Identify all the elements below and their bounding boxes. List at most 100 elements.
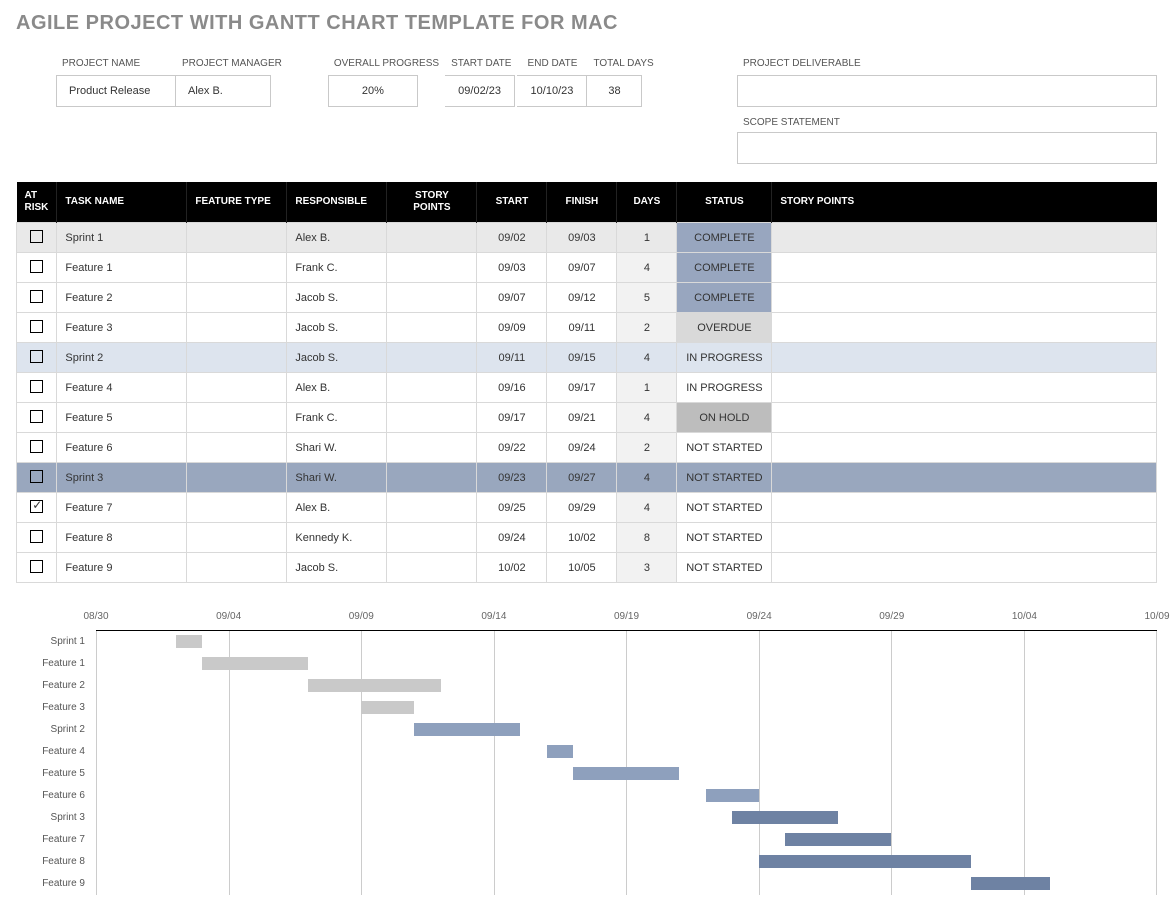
status-cell[interactable]: IN PROGRESS [677,343,772,373]
status-cell[interactable]: NOT STARTED [677,433,772,463]
responsible-cell[interactable]: Kennedy K. [287,523,387,553]
start-cell[interactable]: 09/16 [477,373,547,403]
status-cell[interactable]: NOT STARTED [677,493,772,523]
task-name-cell[interactable]: Sprint 1 [57,223,187,253]
checkbox-icon[interactable] [30,560,43,573]
status-cell[interactable]: NOT STARTED [677,523,772,553]
responsible-cell[interactable]: Alex B. [287,223,387,253]
deliverable-input[interactable] [737,75,1157,107]
story-points-cell[interactable] [387,223,477,253]
task-name-cell[interactable]: Feature 7 [57,493,187,523]
story-points-cell[interactable] [387,373,477,403]
task-row[interactable]: Feature 8Kennedy K.09/2410/028NOT STARTE… [17,523,1157,553]
responsible-cell[interactable]: Frank C. [287,403,387,433]
checkbox-icon[interactable] [30,440,43,453]
story-points-cell[interactable] [387,403,477,433]
responsible-cell[interactable]: Jacob S. [287,553,387,583]
at-risk-cell[interactable] [17,373,57,403]
at-risk-cell[interactable] [17,223,57,253]
task-row[interactable]: Sprint 2Jacob S.09/1109/154IN PROGRESS [17,343,1157,373]
responsible-cell[interactable]: Jacob S. [287,343,387,373]
checkbox-icon[interactable] [30,350,43,363]
checkbox-icon[interactable] [30,320,43,333]
feature-type-cell[interactable] [187,523,287,553]
project-manager-input[interactable]: Alex B. [176,75,271,107]
feature-type-cell[interactable] [187,253,287,283]
start-cell[interactable]: 09/24 [477,523,547,553]
task-row[interactable]: Feature 6Shari W.09/2209/242NOT STARTED [17,433,1157,463]
status-cell[interactable]: NOT STARTED [677,553,772,583]
checkbox-icon[interactable] [30,470,43,483]
finish-cell[interactable]: 10/02 [547,523,617,553]
at-risk-cell[interactable] [17,553,57,583]
start-cell[interactable]: 10/02 [477,553,547,583]
feature-type-cell[interactable] [187,343,287,373]
status-cell[interactable]: COMPLETE [677,253,772,283]
finish-cell[interactable]: 09/17 [547,373,617,403]
task-name-cell[interactable]: Feature 4 [57,373,187,403]
checkbox-icon[interactable] [30,290,43,303]
scope-input[interactable] [737,132,1157,164]
finish-cell[interactable]: 10/05 [547,553,617,583]
task-name-cell[interactable]: Feature 3 [57,313,187,343]
finish-cell[interactable]: 09/21 [547,403,617,433]
story-points-cell[interactable] [387,523,477,553]
start-cell[interactable]: 09/09 [477,313,547,343]
feature-type-cell[interactable] [187,283,287,313]
feature-type-cell[interactable] [187,223,287,253]
feature-type-cell[interactable] [187,463,287,493]
responsible-cell[interactable]: Shari W. [287,463,387,493]
feature-type-cell[interactable] [187,493,287,523]
story-points-cell[interactable] [387,253,477,283]
start-cell[interactable]: 09/11 [477,343,547,373]
status-cell[interactable]: IN PROGRESS [677,373,772,403]
at-risk-cell[interactable] [17,403,57,433]
checkbox-icon[interactable] [30,530,43,543]
feature-type-cell[interactable] [187,553,287,583]
finish-cell[interactable]: 09/03 [547,223,617,253]
status-cell[interactable]: NOT STARTED [677,463,772,493]
finish-cell[interactable]: 09/07 [547,253,617,283]
finish-cell[interactable]: 09/24 [547,433,617,463]
task-row[interactable]: Feature 3Jacob S.09/0909/112OVERDUE [17,313,1157,343]
start-cell[interactable]: 09/17 [477,403,547,433]
task-name-cell[interactable]: Sprint 3 [57,463,187,493]
checkbox-icon[interactable] [30,410,43,423]
task-row[interactable]: Feature 4Alex B.09/1609/171IN PROGRESS [17,373,1157,403]
at-risk-cell[interactable] [17,523,57,553]
task-name-cell[interactable]: Feature 1 [57,253,187,283]
feature-type-cell[interactable] [187,403,287,433]
checkbox-icon[interactable] [30,500,43,513]
start-cell[interactable]: 09/07 [477,283,547,313]
start-cell[interactable]: 09/03 [477,253,547,283]
task-name-cell[interactable]: Sprint 2 [57,343,187,373]
at-risk-cell[interactable] [17,253,57,283]
task-row[interactable]: Feature 9Jacob S.10/0210/053NOT STARTED [17,553,1157,583]
feature-type-cell[interactable] [187,373,287,403]
story-points-cell[interactable] [387,343,477,373]
task-name-cell[interactable]: Feature 5 [57,403,187,433]
finish-cell[interactable]: 09/29 [547,493,617,523]
at-risk-cell[interactable] [17,343,57,373]
finish-cell[interactable]: 09/12 [547,283,617,313]
task-name-cell[interactable]: Feature 8 [57,523,187,553]
task-row[interactable]: Feature 7Alex B.09/2509/294NOT STARTED [17,493,1157,523]
responsible-cell[interactable]: Jacob S. [287,283,387,313]
project-name-input[interactable]: Product Release [56,75,176,107]
task-row[interactable]: Sprint 1Alex B.09/0209/031COMPLETE [17,223,1157,253]
start-date-input[interactable]: 09/02/23 [445,75,515,107]
start-cell[interactable]: 09/02 [477,223,547,253]
story-points-cell[interactable] [387,433,477,463]
task-name-cell[interactable]: Feature 2 [57,283,187,313]
end-date-input[interactable]: 10/10/23 [517,75,587,107]
task-row[interactable]: Feature 2Jacob S.09/0709/125COMPLETE [17,283,1157,313]
checkbox-icon[interactable] [30,380,43,393]
responsible-cell[interactable]: Shari W. [287,433,387,463]
task-row[interactable]: Feature 1Frank C.09/0309/074COMPLETE [17,253,1157,283]
feature-type-cell[interactable] [187,433,287,463]
task-row[interactable]: Sprint 3Shari W.09/2309/274NOT STARTED [17,463,1157,493]
task-name-cell[interactable]: Feature 9 [57,553,187,583]
status-cell[interactable]: COMPLETE [677,223,772,253]
responsible-cell[interactable]: Alex B. [287,493,387,523]
finish-cell[interactable]: 09/15 [547,343,617,373]
